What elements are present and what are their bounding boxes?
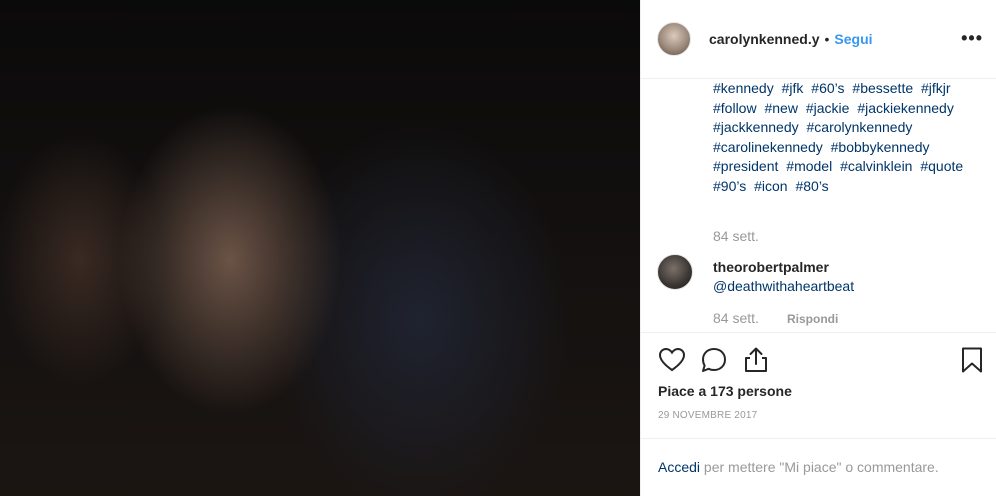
- hashtag-link[interactable]: #model: [786, 158, 832, 174]
- comments-list[interactable]: #kennedy #jfk #60’s #bessette #jfkjr #fo…: [641, 79, 996, 332]
- hashtag-link[interactable]: #president: [713, 158, 778, 174]
- avatar[interactable]: [657, 254, 693, 290]
- comment-icon[interactable]: [699, 345, 729, 375]
- hashtag-link[interactable]: #follow: [713, 100, 757, 116]
- login-prompt: Accedi per mettere "Mi piace" o commenta…: [641, 438, 996, 496]
- instagram-post: carolynkenned.y • Segui ••• #kennedy #jf…: [0, 0, 996, 496]
- hashtag-link[interactable]: #jfkjr: [921, 80, 951, 96]
- comment-mention-link[interactable]: @deathwithaheartbeat: [713, 278, 854, 294]
- hashtag-link[interactable]: #bessette: [852, 80, 913, 96]
- comment-timestamp: 84 sett.: [713, 310, 759, 326]
- post-date: 29 NOVEMBRE 2017: [658, 410, 758, 421]
- post-photo[interactable]: [0, 0, 640, 496]
- comment-username[interactable]: theorobertpalmer: [713, 259, 829, 275]
- hashtag-link[interactable]: #carolinekennedy: [713, 139, 823, 155]
- hashtag-link[interactable]: #jackkennedy: [713, 119, 799, 135]
- hashtag-link[interactable]: #jackiekennedy: [857, 100, 954, 116]
- hashtag-link[interactable]: #calvinklein: [840, 158, 912, 174]
- hashtag-link[interactable]: #carolynkennedy: [807, 119, 913, 135]
- share-icon[interactable]: [741, 345, 771, 375]
- post-header: carolynkenned.y • Segui •••: [641, 0, 996, 79]
- heart-icon[interactable]: [657, 345, 687, 375]
- hashtag-link[interactable]: #icon: [754, 178, 787, 194]
- likes-count[interactable]: Piace a 173 persone: [658, 383, 792, 399]
- caption-timestamp: 84 sett.: [713, 228, 759, 244]
- action-bar: [641, 332, 996, 388]
- hashtag-link[interactable]: #kennedy: [713, 80, 774, 96]
- caption-hashtags: #kennedy #jfk #60’s #bessette #jfkjr #fo…: [713, 79, 983, 197]
- reply-button[interactable]: Rispondi: [787, 312, 838, 326]
- hashtag-link[interactable]: #quote: [920, 158, 963, 174]
- hashtag-link[interactable]: #jackie: [806, 100, 850, 116]
- hashtag-link[interactable]: #90’s: [713, 178, 746, 194]
- hashtag-link[interactable]: #80’s: [795, 178, 828, 194]
- post-username[interactable]: carolynkenned.y: [709, 31, 820, 47]
- more-options-icon[interactable]: •••: [961, 28, 983, 49]
- hashtag-link[interactable]: #new: [764, 100, 797, 116]
- login-link[interactable]: Accedi: [658, 459, 700, 475]
- hashtag-link[interactable]: #60’s: [811, 80, 844, 96]
- hashtag-link[interactable]: #jfk: [782, 80, 804, 96]
- login-prompt-text: per mettere "Mi piace" o commentare.: [700, 459, 939, 475]
- follow-button[interactable]: Segui: [834, 31, 872, 47]
- separator-dot: •: [824, 31, 830, 47]
- bookmark-icon[interactable]: [957, 345, 987, 375]
- hashtag-link[interactable]: #bobbykennedy: [831, 139, 930, 155]
- avatar[interactable]: [657, 22, 691, 56]
- post-side-panel: carolynkenned.y • Segui ••• #kennedy #jf…: [640, 0, 996, 496]
